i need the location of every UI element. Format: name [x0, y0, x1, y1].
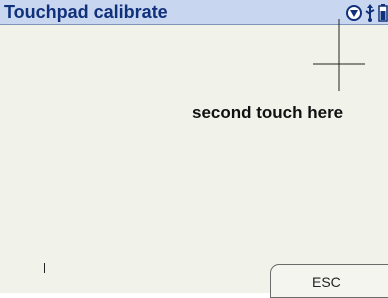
- page-title: Touchpad calibrate: [4, 2, 168, 22]
- calibration-instruction: second touch here: [192, 103, 344, 122]
- usb-icon: [364, 4, 376, 22]
- esc-button-label: ESC: [312, 274, 341, 290]
- text-cursor: [44, 263, 45, 273]
- calibration-screen: Touchpad calibrate second touch here ESC: [0, 0, 388, 298]
- calibration-crosshair[interactable]: [313, 19, 365, 91]
- battery-icon: [378, 4, 388, 22]
